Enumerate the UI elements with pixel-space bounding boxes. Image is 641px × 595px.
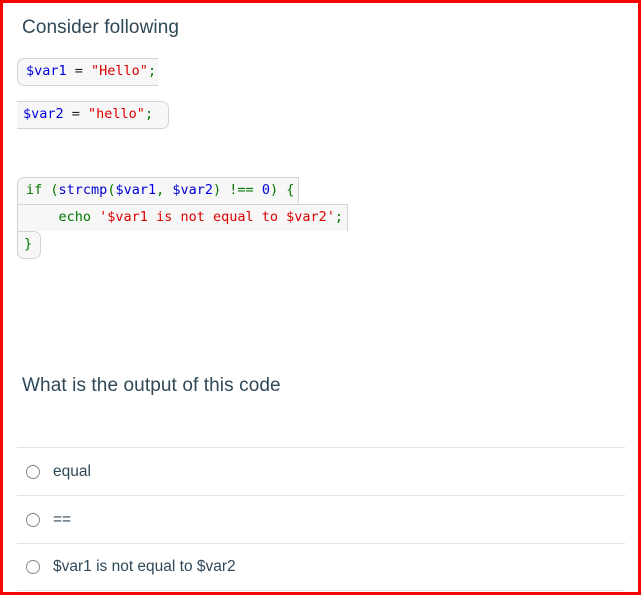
code-line-2: $var2 = "hello";	[17, 101, 169, 129]
quiz-page: Consider following $var1 = "Hello"; $var…	[0, 0, 641, 595]
answer-option-2[interactable]: ==	[17, 495, 625, 543]
code-line-if: if (strcmp($var1, $var2) !== 0) {	[17, 177, 300, 204]
code-line-wrap: $var1 = "Hello";	[17, 58, 169, 86]
code-token: (	[50, 182, 59, 198]
code-token: $var2	[23, 106, 64, 122]
code-token: {	[286, 182, 295, 198]
code-token: $var2	[172, 182, 214, 198]
code-line-echo: echo '$var1 is not equal to $var2';	[17, 204, 348, 231]
answer-option-1[interactable]: equal	[17, 447, 625, 495]
answer-option-3[interactable]: $var1 is not equal to $var2	[17, 543, 625, 591]
code-token: ;	[147, 63, 157, 79]
code-token: =	[66, 63, 92, 79]
code-token: )	[269, 182, 279, 198]
code-token: strcmp	[58, 182, 108, 198]
code-token: "hello"	[88, 106, 145, 122]
code-token: }	[24, 236, 33, 252]
answer-option-label-3: $var1 is not equal to $var2	[53, 558, 236, 575]
code-token: ,	[156, 182, 173, 198]
code-line-close: }	[17, 231, 41, 259]
page-inner: Consider following $var1 = "Hello"; $var…	[3, 3, 638, 592]
code-block-condition: if (strcmp($var1, $var2) !== 0) { echo '…	[17, 177, 348, 259]
code-token: )	[213, 182, 222, 198]
code-token: !==	[229, 182, 254, 198]
code-token: '$var1 is not equal to $var2'	[99, 209, 335, 225]
answer-option-label-2: ==	[53, 510, 72, 528]
code-token: echo	[58, 209, 92, 225]
question-title: What is the output of this code	[22, 375, 281, 396]
radio-button-icon-1[interactable]	[26, 464, 40, 479]
code-token: ;	[334, 209, 344, 225]
radio-button-icon-3[interactable]	[26, 560, 40, 574]
code-token: $var1	[115, 182, 157, 198]
code-token: ;	[144, 106, 154, 122]
prompt-title: Consider following	[22, 17, 180, 38]
code-token: 0	[261, 182, 270, 198]
code-token: "Hello"	[91, 63, 148, 79]
code-token: =	[63, 106, 89, 122]
answer-option-label-1: equal	[53, 462, 91, 480]
answer-options-list: equal == $var1 is not equal to $var2	[17, 447, 625, 591]
code-token: $var1	[26, 63, 67, 79]
code-token: if	[26, 182, 43, 198]
code-block-variables: $var1 = "Hello"; $var2 = "hello";	[17, 58, 169, 129]
code-line-1: $var1 = "Hello";	[17, 58, 159, 86]
radio-button-icon-2[interactable]	[26, 512, 40, 527]
